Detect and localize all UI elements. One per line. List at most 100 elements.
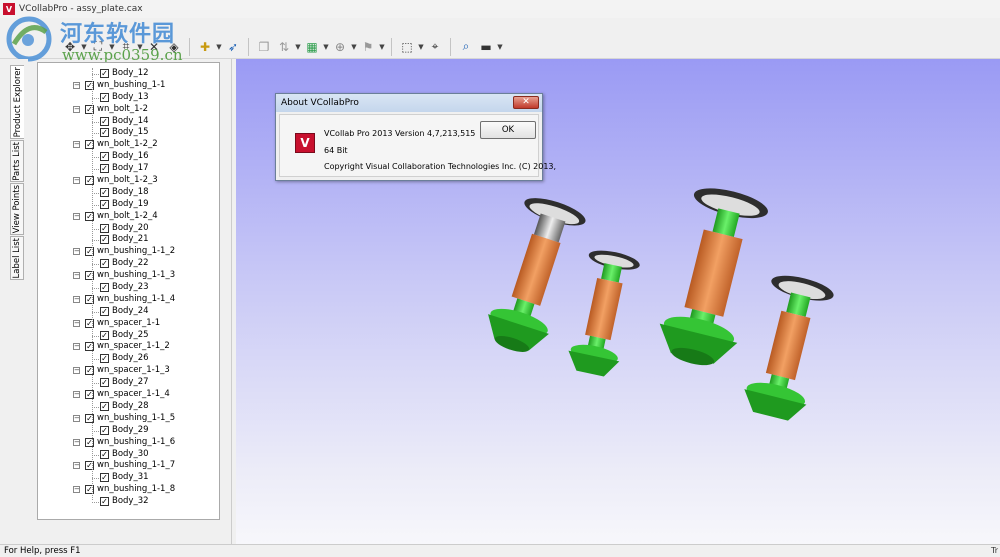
collapse-icon[interactable]: − [73, 343, 80, 351]
tree-leaf[interactable]: ✓ Body_16 [38, 151, 206, 163]
visibility-checkbox[interactable]: ✓ [100, 354, 109, 364]
collapse-icon[interactable]: − [73, 272, 80, 280]
dropdown-arrow-icon[interactable]: ▼ [108, 37, 116, 57]
collapse-icon[interactable]: − [73, 391, 80, 399]
tree-leaf[interactable]: ✓ Body_18 [38, 187, 206, 199]
tree-leaf[interactable]: ✓ Body_21 [38, 234, 206, 246]
tree-node[interactable]: − ✓ wn_bushing_1-1 [38, 80, 206, 92]
close-icon[interactable]: ✕ [513, 96, 539, 109]
tree-node[interactable]: − ✓ wn_spacer_1-1_4 [38, 389, 206, 401]
visibility-checkbox[interactable]: ✓ [100, 69, 109, 78]
visibility-checkbox[interactable]: ✓ [100, 449, 109, 459]
tree-leaf[interactable]: ✓ Body_14 [38, 116, 206, 128]
collapse-icon[interactable]: − [73, 462, 80, 470]
tree-node[interactable]: − ✓ wn_spacer_1-1_3 [38, 365, 206, 377]
tree-node[interactable]: − ✓ wn_bolt_1-2_2 [38, 139, 206, 151]
copy-icon[interactable]: ❐ [254, 37, 274, 57]
visibility-checkbox[interactable]: ✓ [100, 164, 109, 174]
collapse-icon[interactable]: − [73, 367, 80, 375]
tree-node[interactable]: − ✓ wn_bushing_1-1_2 [38, 246, 206, 258]
fit-view-icon[interactable]: ⛶ [88, 37, 108, 57]
tree-leaf[interactable]: ✓ Body_30 [38, 449, 206, 461]
collapse-icon[interactable]: − [73, 438, 80, 446]
tree-node[interactable]: − ✓ wn_bushing_1-1_5 [38, 413, 206, 425]
cube-icon[interactable]: ◈ [164, 37, 184, 57]
tree-node[interactable]: − ✓ wn_bolt_1-2_3 [38, 175, 206, 187]
tree-node[interactable]: − ✓ wn_bolt_1-2_4 [38, 211, 206, 223]
tree-node[interactable]: − ✓ wn_bolt_1-2 [38, 104, 206, 116]
collapse-icon[interactable]: − [73, 319, 80, 327]
visibility-checkbox[interactable]: ✓ [100, 235, 109, 245]
collapse-icon[interactable]: − [73, 81, 80, 89]
dropdown-arrow-icon[interactable]: ▼ [417, 37, 425, 57]
collapse-icon[interactable]: − [73, 248, 80, 256]
dropdown-arrow-icon[interactable]: ▼ [136, 37, 144, 57]
tree-node[interactable]: − ✓ wn_bushing_1-1_3 [38, 270, 206, 282]
visibility-checkbox[interactable]: ✓ [100, 152, 109, 162]
move-icon[interactable]: ✥ [60, 37, 80, 57]
tree-leaf[interactable]: ✓ Body_31 [38, 472, 206, 484]
display-mode-icon[interactable]: ▬ [476, 37, 496, 57]
zoom-icon[interactable]: ⌕ [456, 37, 476, 57]
flag-icon[interactable]: ⚑ [358, 37, 378, 57]
tree-node[interactable]: − ✓ wn_spacer_1-1 [38, 318, 206, 330]
tree-leaf[interactable]: ✓ Body_17 [38, 163, 206, 175]
collapse-icon[interactable]: − [73, 105, 80, 113]
dropdown-arrow-icon[interactable]: ▼ [322, 37, 330, 57]
dropdown-arrow-icon[interactable]: ▼ [378, 37, 386, 57]
tree-leaf[interactable]: ✓ Body_25 [38, 330, 206, 342]
tree-leaf[interactable]: ✓ Body_24 [38, 306, 206, 318]
tree-leaf[interactable]: ✓ Body_15 [38, 127, 206, 139]
visibility-checkbox[interactable]: ✓ [100, 283, 109, 293]
visibility-checkbox[interactable]: ✓ [100, 116, 109, 126]
label-icon[interactable]: ⬚ [397, 37, 417, 57]
visibility-checkbox[interactable]: ✓ [100, 223, 109, 233]
visibility-checkbox[interactable]: ✓ [100, 128, 109, 138]
dropdown-arrow-icon[interactable]: ▼ [215, 37, 223, 57]
collapse-icon[interactable]: − [73, 212, 80, 220]
tab-label-list[interactable]: Label List [10, 236, 24, 280]
collapse-icon[interactable]: − [73, 177, 80, 185]
tab-view-points[interactable]: View Points [10, 183, 24, 235]
tree-node[interactable]: − ✓ wn_bushing_1-1_8 [38, 484, 206, 496]
close-icon[interactable]: ✕ [144, 37, 164, 57]
tree-leaf[interactable]: ✓ Body_12 [38, 68, 206, 80]
visibility-checkbox[interactable]: ✓ [100, 425, 109, 435]
ok-button[interactable]: OK [480, 121, 536, 139]
bolt-assembly-1[interactable] [480, 192, 589, 359]
bolt-assembly-4[interactable] [739, 271, 835, 424]
tree-leaf[interactable]: ✓ Body_29 [38, 425, 206, 437]
visibility-checkbox[interactable]: ✓ [100, 473, 109, 483]
dropdown-arrow-icon[interactable]: ▼ [350, 37, 358, 57]
visibility-checkbox[interactable]: ✓ [100, 497, 109, 507]
visibility-checkbox[interactable]: ✓ [100, 306, 109, 316]
transform-icon[interactable]: ✚ [195, 37, 215, 57]
tree-leaf[interactable]: ✓ Body_22 [38, 258, 206, 270]
crop-icon[interactable]: ⌗ [116, 37, 136, 57]
tree-node[interactable]: − ✓ wn_spacer_1-1_2 [38, 341, 206, 353]
dropdown-arrow-icon[interactable]: ▼ [294, 37, 302, 57]
tab-product-explorer[interactable]: Product Explorer [10, 65, 24, 139]
product-explorer-tree[interactable]: ✓ Body_12− ✓ wn_bushing_1-1 ✓ Body_13− ✓ wn_bol… [37, 62, 220, 520]
dropdown-arrow-icon[interactable]: ▼ [496, 37, 504, 57]
collapse-icon[interactable]: − [73, 486, 80, 494]
bolt-assembly-2[interactable] [565, 247, 642, 379]
tree-leaf[interactable]: ✓ Body_13 [38, 92, 206, 104]
tree-leaf[interactable]: ✓ Body_20 [38, 223, 206, 235]
probe-icon[interactable]: ⊕ [330, 37, 350, 57]
visibility-checkbox[interactable]: ✓ [100, 378, 109, 388]
tree-leaf[interactable]: ✓ Body_26 [38, 353, 206, 365]
tree-leaf[interactable]: ✓ Body_19 [38, 199, 206, 211]
sort-icon[interactable]: ⇅ [274, 37, 294, 57]
visibility-checkbox[interactable]: ✓ [100, 259, 109, 269]
contour-plot-icon[interactable]: ▦ [302, 37, 322, 57]
collapse-icon[interactable]: − [73, 414, 80, 422]
tree-node[interactable]: − ✓ wn_bushing_1-1_4 [38, 294, 206, 306]
visibility-checkbox[interactable]: ✓ [100, 199, 109, 209]
tree-leaf[interactable]: ✓ Body_32 [38, 496, 206, 508]
tree-leaf[interactable]: ✓ Body_27 [38, 377, 206, 389]
visibility-checkbox[interactable]: ✓ [100, 330, 109, 340]
collapse-icon[interactable]: − [73, 295, 80, 303]
visibility-checkbox[interactable]: ✓ [100, 401, 109, 411]
dropdown-arrow-icon[interactable]: ▼ [80, 37, 88, 57]
